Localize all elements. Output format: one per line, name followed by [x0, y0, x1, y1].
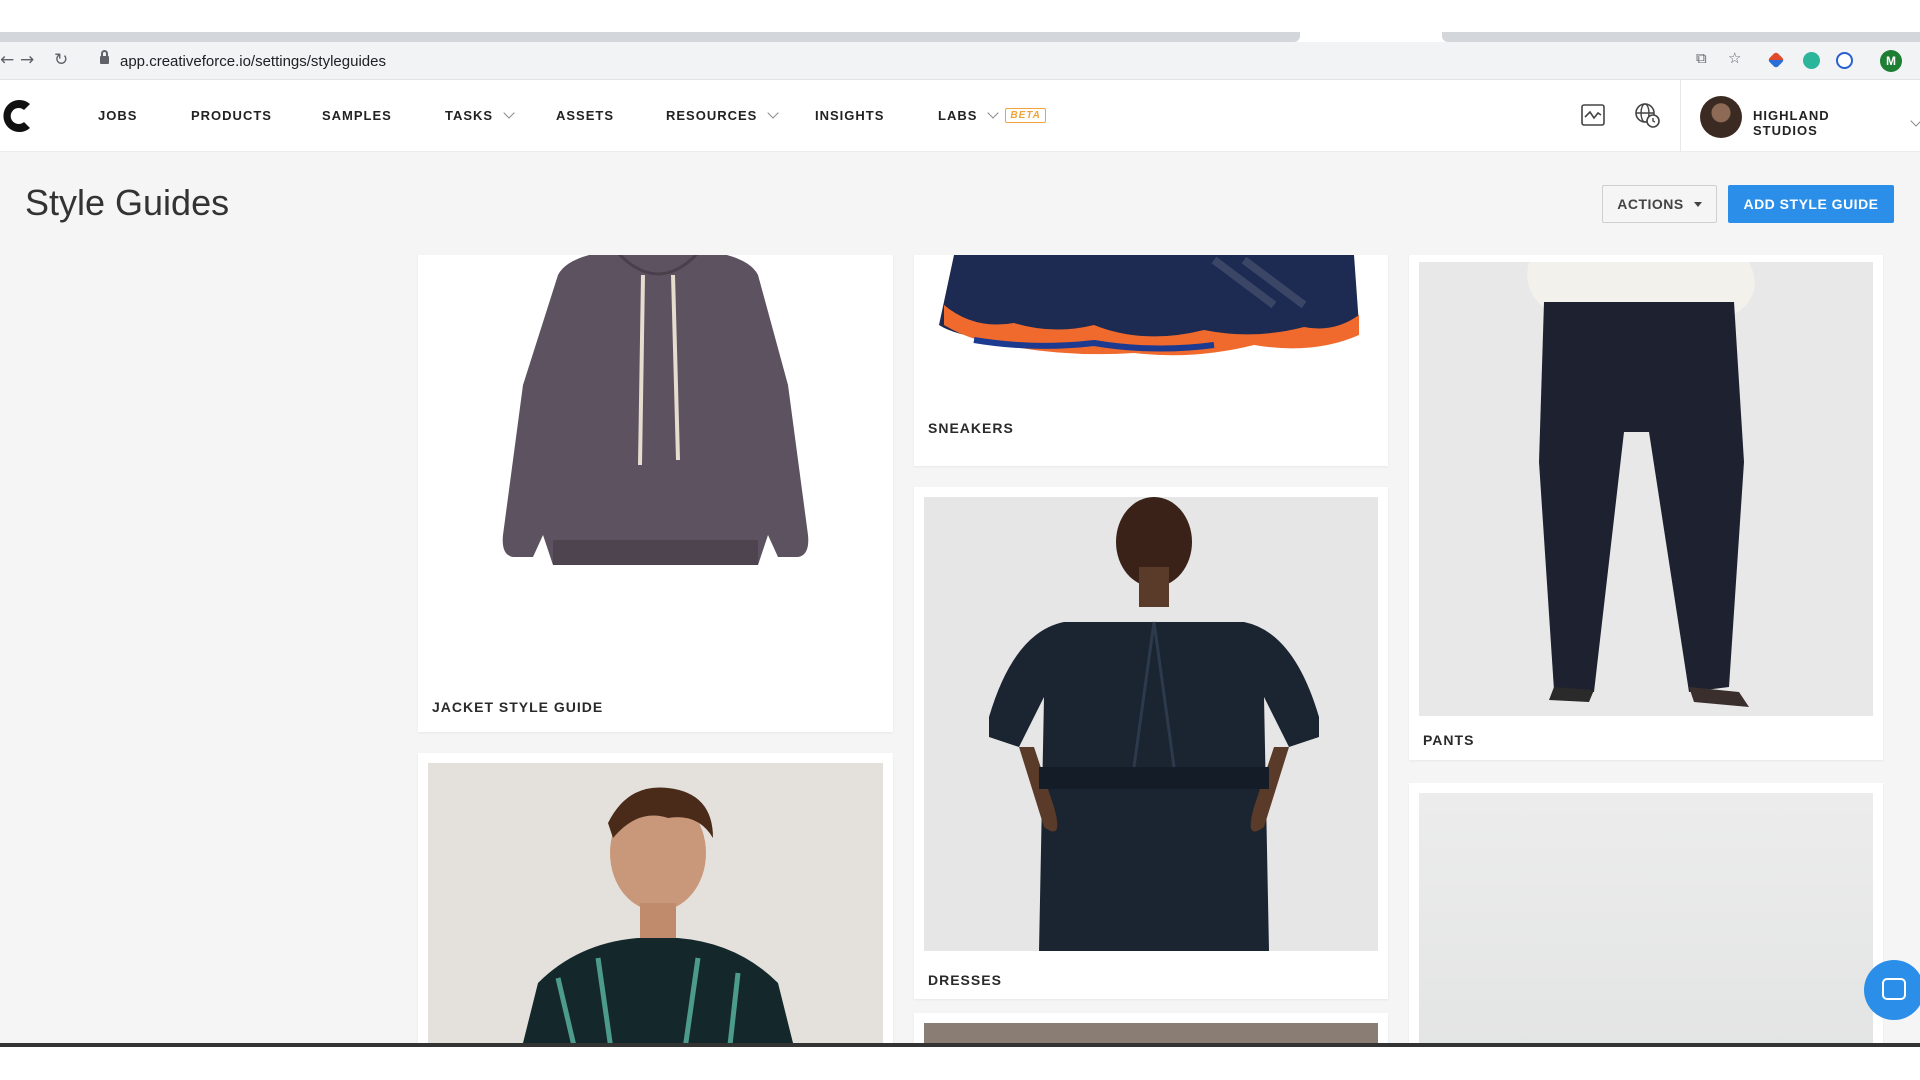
support-chat-button[interactable] — [1864, 960, 1920, 1020]
lock-icon — [100, 50, 109, 64]
profile-avatar[interactable]: M — [1880, 50, 1902, 72]
nav-assets-label: ASSETS — [556, 108, 615, 123]
nav-samples-label: SAMPLES — [322, 108, 392, 123]
nav-jobs-label: JOBS — [98, 108, 138, 123]
nav-products[interactable]: PRODUCTS — [191, 108, 272, 123]
actions-button-label: ACTIONS — [1617, 196, 1684, 212]
screen-bottom-edge — [0, 1047, 1920, 1080]
browser-toolbar: ← → ↻ app.creativeforce.io/settings/styl… — [0, 42, 1920, 80]
style-guide-card-jacket[interactable]: JACKET STYLE GUIDE — [418, 255, 893, 732]
style-guide-card-shirt[interactable] — [418, 753, 893, 1045]
card-label: JACKET STYLE GUIDE — [432, 699, 604, 715]
style-guide-card-dresses[interactable]: DRESSES — [914, 487, 1388, 999]
nav-insights[interactable]: INSIGHTS — [815, 108, 884, 123]
address-bar[interactable]: app.creativeforce.io/settings/styleguide… — [88, 47, 1908, 75]
header-divider — [1680, 80, 1681, 152]
actions-button[interactable]: ACTIONS — [1602, 185, 1717, 223]
dress-image — [924, 497, 1378, 951]
card-label: SNEAKERS — [928, 420, 1014, 436]
nav-samples[interactable]: SAMPLES — [322, 108, 392, 123]
hoodie-image — [418, 255, 893, 675]
nav-tasks[interactable]: TASKS — [445, 107, 515, 123]
activity-chart-icon[interactable] — [1580, 102, 1606, 128]
shirt-model-image — [428, 763, 883, 1045]
card-image — [924, 1023, 1378, 1045]
reload-icon[interactable]: ↻ — [54, 50, 68, 70]
pants-image — [1419, 262, 1873, 716]
tab-bar-right — [1442, 32, 1920, 42]
style-guide-grid: JACKET STYLE GUIDE SNEAKERS PANTS DRESSE… — [0, 255, 1920, 1045]
sneaker-image — [914, 255, 1388, 425]
add-style-guide-button[interactable]: ADD STYLE GUIDE — [1728, 185, 1894, 223]
nav-jobs[interactable]: JOBS — [98, 108, 137, 123]
style-guide-card-partial[interactable] — [1409, 783, 1883, 1045]
creativeforce-logo-icon[interactable] — [0, 96, 40, 136]
chevron-down-icon — [1910, 114, 1920, 127]
style-guide-card-pants[interactable]: PANTS — [1409, 255, 1883, 760]
chevron-down-icon — [767, 107, 780, 119]
tab-bar — [0, 32, 1300, 42]
nav-labs-label: LABS — [938, 108, 978, 123]
back-icon[interactable]: ← — [0, 50, 14, 70]
studio-switcher[interactable]: HIGHLAND STUDIOS — [1753, 108, 1920, 138]
bookmark-star-icon[interactable]: ☆ — [1728, 49, 1741, 67]
nav-resources-label: RESOURCES — [666, 108, 758, 123]
page-header: Style Guides ACTIONS ADD STYLE GUIDE — [0, 152, 1920, 255]
url-text: app.creativeforce.io/settings/styleguide… — [120, 53, 386, 70]
studio-name: HIGHLAND STUDIOS — [1753, 108, 1830, 138]
page-title: Style Guides — [25, 182, 230, 223]
chat-icon — [1882, 978, 1906, 1000]
beta-badge: BETA — [1005, 108, 1046, 123]
chevron-down-icon — [503, 107, 515, 119]
globe-clock-icon[interactable] — [1634, 102, 1660, 128]
card-label: DRESSES — [928, 972, 1002, 988]
nav-tasks-label: TASKS — [445, 108, 494, 123]
nav-products-label: PRODUCTS — [191, 108, 272, 123]
style-guide-card-partial[interactable] — [914, 1013, 1388, 1045]
card-label: PANTS — [1423, 732, 1475, 748]
caret-down-icon — [1693, 201, 1702, 207]
forward-icon[interactable]: → — [20, 50, 34, 70]
nav-resources[interactable]: RESOURCES — [666, 107, 780, 123]
extension-password-icon[interactable] — [1836, 52, 1853, 69]
style-guide-card-sneakers[interactable]: SNEAKERS — [914, 255, 1388, 466]
browser-tab-strip — [0, 0, 1920, 46]
nav-assets[interactable]: ASSETS — [556, 108, 614, 123]
card-image — [1419, 793, 1873, 1045]
user-avatar[interactable] — [1700, 96, 1742, 138]
nav-labs[interactable]: LABS BETA — [938, 107, 1046, 123]
nav-insights-label: INSIGHTS — [815, 108, 885, 123]
chevron-down-icon — [987, 107, 1000, 119]
open-in-window-icon[interactable]: ⧉ — [1696, 49, 1707, 67]
extension-grammar-icon[interactable] — [1803, 52, 1820, 69]
app-header: JOBS PRODUCTS SAMPLES TASKS ASSETS RESOU… — [0, 80, 1920, 152]
